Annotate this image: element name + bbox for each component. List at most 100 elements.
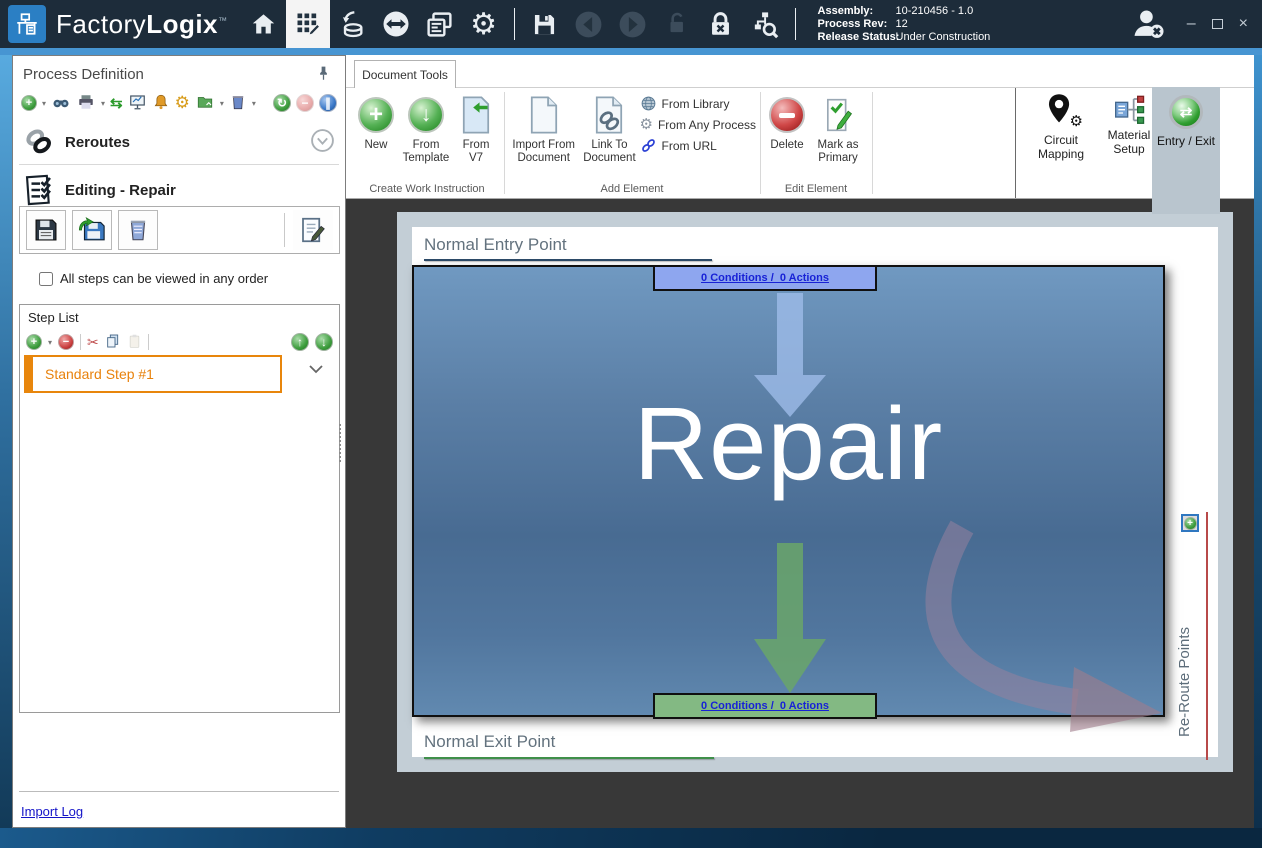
publish-button[interactable] [195, 93, 215, 114]
data-import-button[interactable] [330, 0, 374, 48]
sync-icon[interactable]: ⇆ [110, 94, 123, 112]
cut-icon[interactable]: ✂ [87, 334, 99, 351]
unlock-button[interactable] [655, 0, 699, 48]
logout-user-button[interactable] [1129, 5, 1167, 48]
grid-edit-icon [294, 10, 322, 38]
toolbar-separator [80, 334, 81, 350]
find-button[interactable] [51, 93, 71, 114]
editing-toolbar [19, 206, 340, 254]
move-step-up-button[interactable]: ↑ [291, 333, 309, 351]
settings-button[interactable]: ⚙ [462, 0, 506, 48]
print-caret[interactable]: ▾ [101, 99, 105, 108]
any-order-checkbox[interactable] [39, 272, 53, 286]
process-rev-label: Process Rev: [818, 18, 896, 31]
add-process-button[interactable]: + [21, 95, 37, 111]
discard-button[interactable] [229, 93, 247, 114]
step-list-panel: Step List + ▾ − ✂ ↑ ↓ Standard Step #1 [19, 304, 340, 713]
paste-button[interactable] [127, 333, 142, 352]
group-separator [872, 92, 873, 194]
resume-button[interactable]: ↻ [273, 94, 291, 112]
minimize-button[interactable]: – [1187, 15, 1196, 33]
print-button[interactable] [76, 93, 96, 114]
save-button[interactable] [523, 0, 567, 48]
window-edge-left [0, 55, 12, 828]
process-definition-tool-button[interactable] [286, 0, 330, 48]
save-import-button[interactable] [72, 210, 112, 250]
url-chain-icon [640, 137, 657, 154]
close-button[interactable]: × [1239, 15, 1248, 33]
group-add-element: Import From Document Link To Document [508, 90, 756, 198]
step-expand-chevron[interactable] [308, 363, 324, 378]
exit-conditions-link[interactable]: 0 Conditions / 0 Actions [701, 700, 829, 712]
divider [19, 791, 339, 792]
save-process-button[interactable] [26, 210, 66, 250]
process-audit-button[interactable] [743, 0, 787, 48]
from-v7-button[interactable]: From V7 [454, 90, 498, 165]
discard-caret[interactable]: ▾ [252, 99, 256, 108]
link-document-icon [594, 96, 624, 134]
add-process-caret[interactable]: ▾ [42, 99, 46, 108]
templates-button[interactable] [418, 0, 462, 48]
delete-process-button[interactable] [118, 210, 158, 250]
entry-exit-selected-tab[interactable]: ⇄ Entry / Exit [1152, 87, 1220, 214]
transfer-button[interactable] [374, 0, 418, 48]
toolbar-separator [795, 8, 796, 40]
edit-notes-button[interactable] [293, 210, 333, 250]
new-work-instruction-button[interactable]: + New [354, 90, 398, 152]
floppy-icon [32, 216, 60, 244]
reroutes-section-header[interactable]: Reroutes [13, 120, 345, 164]
mark-as-primary-button[interactable]: Mark as Primary [810, 90, 866, 165]
publish-caret[interactable]: ▾ [220, 99, 224, 108]
button-label: Import From Document [508, 139, 579, 165]
notify-button[interactable] [152, 93, 170, 114]
import-from-document-button[interactable]: Import From Document [508, 90, 579, 165]
copy-button[interactable] [105, 333, 121, 352]
step-selection-bar [26, 357, 33, 391]
trash-can-icon [125, 216, 151, 244]
move-step-down-button[interactable]: ↓ [315, 333, 333, 351]
stop-button[interactable]: − [296, 94, 314, 112]
from-template-button[interactable]: ↓ From Template [398, 90, 454, 165]
panel-title: Process Definition [23, 66, 144, 83]
tab-document-tools[interactable]: Document Tools [354, 60, 456, 88]
lock-cancel-button[interactable] [699, 0, 743, 48]
assembly-value: 10-210456 - 1.0 [896, 5, 974, 18]
presentation-button[interactable] [128, 93, 147, 114]
from-url-button[interactable]: From URL [640, 137, 756, 154]
material-setup-button[interactable]: Material Setup [1098, 93, 1160, 156]
expand-reroutes-button[interactable] [310, 128, 335, 156]
tab-label: Document Tools [362, 68, 448, 82]
copy-icon [105, 333, 121, 349]
entry-conditions-bar[interactable]: 0 Conditions / 0 Actions [653, 265, 877, 291]
from-any-process-button[interactable]: ⚙ From Any Process [640, 117, 756, 132]
button-label: From Template [398, 139, 454, 165]
panel-splitter-handle[interactable] [339, 424, 342, 462]
windows-icon [425, 10, 454, 39]
add-reroute-point-button[interactable]: + [1181, 514, 1199, 532]
flowchart-search-icon [750, 10, 779, 39]
any-order-label: All steps can be viewed in any order [60, 271, 268, 286]
exit-conditions-bar[interactable]: 0 Conditions / 0 Actions [653, 693, 877, 719]
process-gear-icon[interactable]: ⚙ [175, 93, 190, 113]
forward-button[interactable] [611, 0, 655, 48]
pin-icon[interactable] [316, 65, 331, 85]
maximize-button[interactable] [1212, 19, 1223, 29]
from-library-button[interactable]: From Library [640, 95, 756, 112]
database-import-icon [338, 10, 366, 38]
delete-element-button[interactable]: Delete [764, 90, 810, 152]
group-separator [760, 92, 761, 194]
binoculars-icon [51, 93, 71, 111]
presentation-icon [128, 93, 147, 111]
entry-conditions-link[interactable]: 0 Conditions / 0 Actions [701, 272, 829, 284]
circuit-mapping-button[interactable]: ⚙ Circuit Mapping [1028, 93, 1094, 161]
add-step-caret[interactable]: ▾ [48, 338, 52, 347]
pause-button[interactable]: ∥ [319, 94, 337, 112]
home-button[interactable] [242, 0, 286, 48]
add-step-button[interactable]: + [26, 334, 42, 350]
remove-step-button[interactable]: − [58, 334, 74, 350]
entry-exit-canvas: Normal Entry Point 0 Conditions / 0 Acti… [412, 227, 1218, 757]
link-to-document-button[interactable]: Link To Document [579, 90, 639, 165]
step-list-item[interactable]: Standard Step #1 [24, 355, 282, 393]
back-button[interactable] [567, 0, 611, 48]
import-log-link[interactable]: Import Log [21, 804, 83, 819]
